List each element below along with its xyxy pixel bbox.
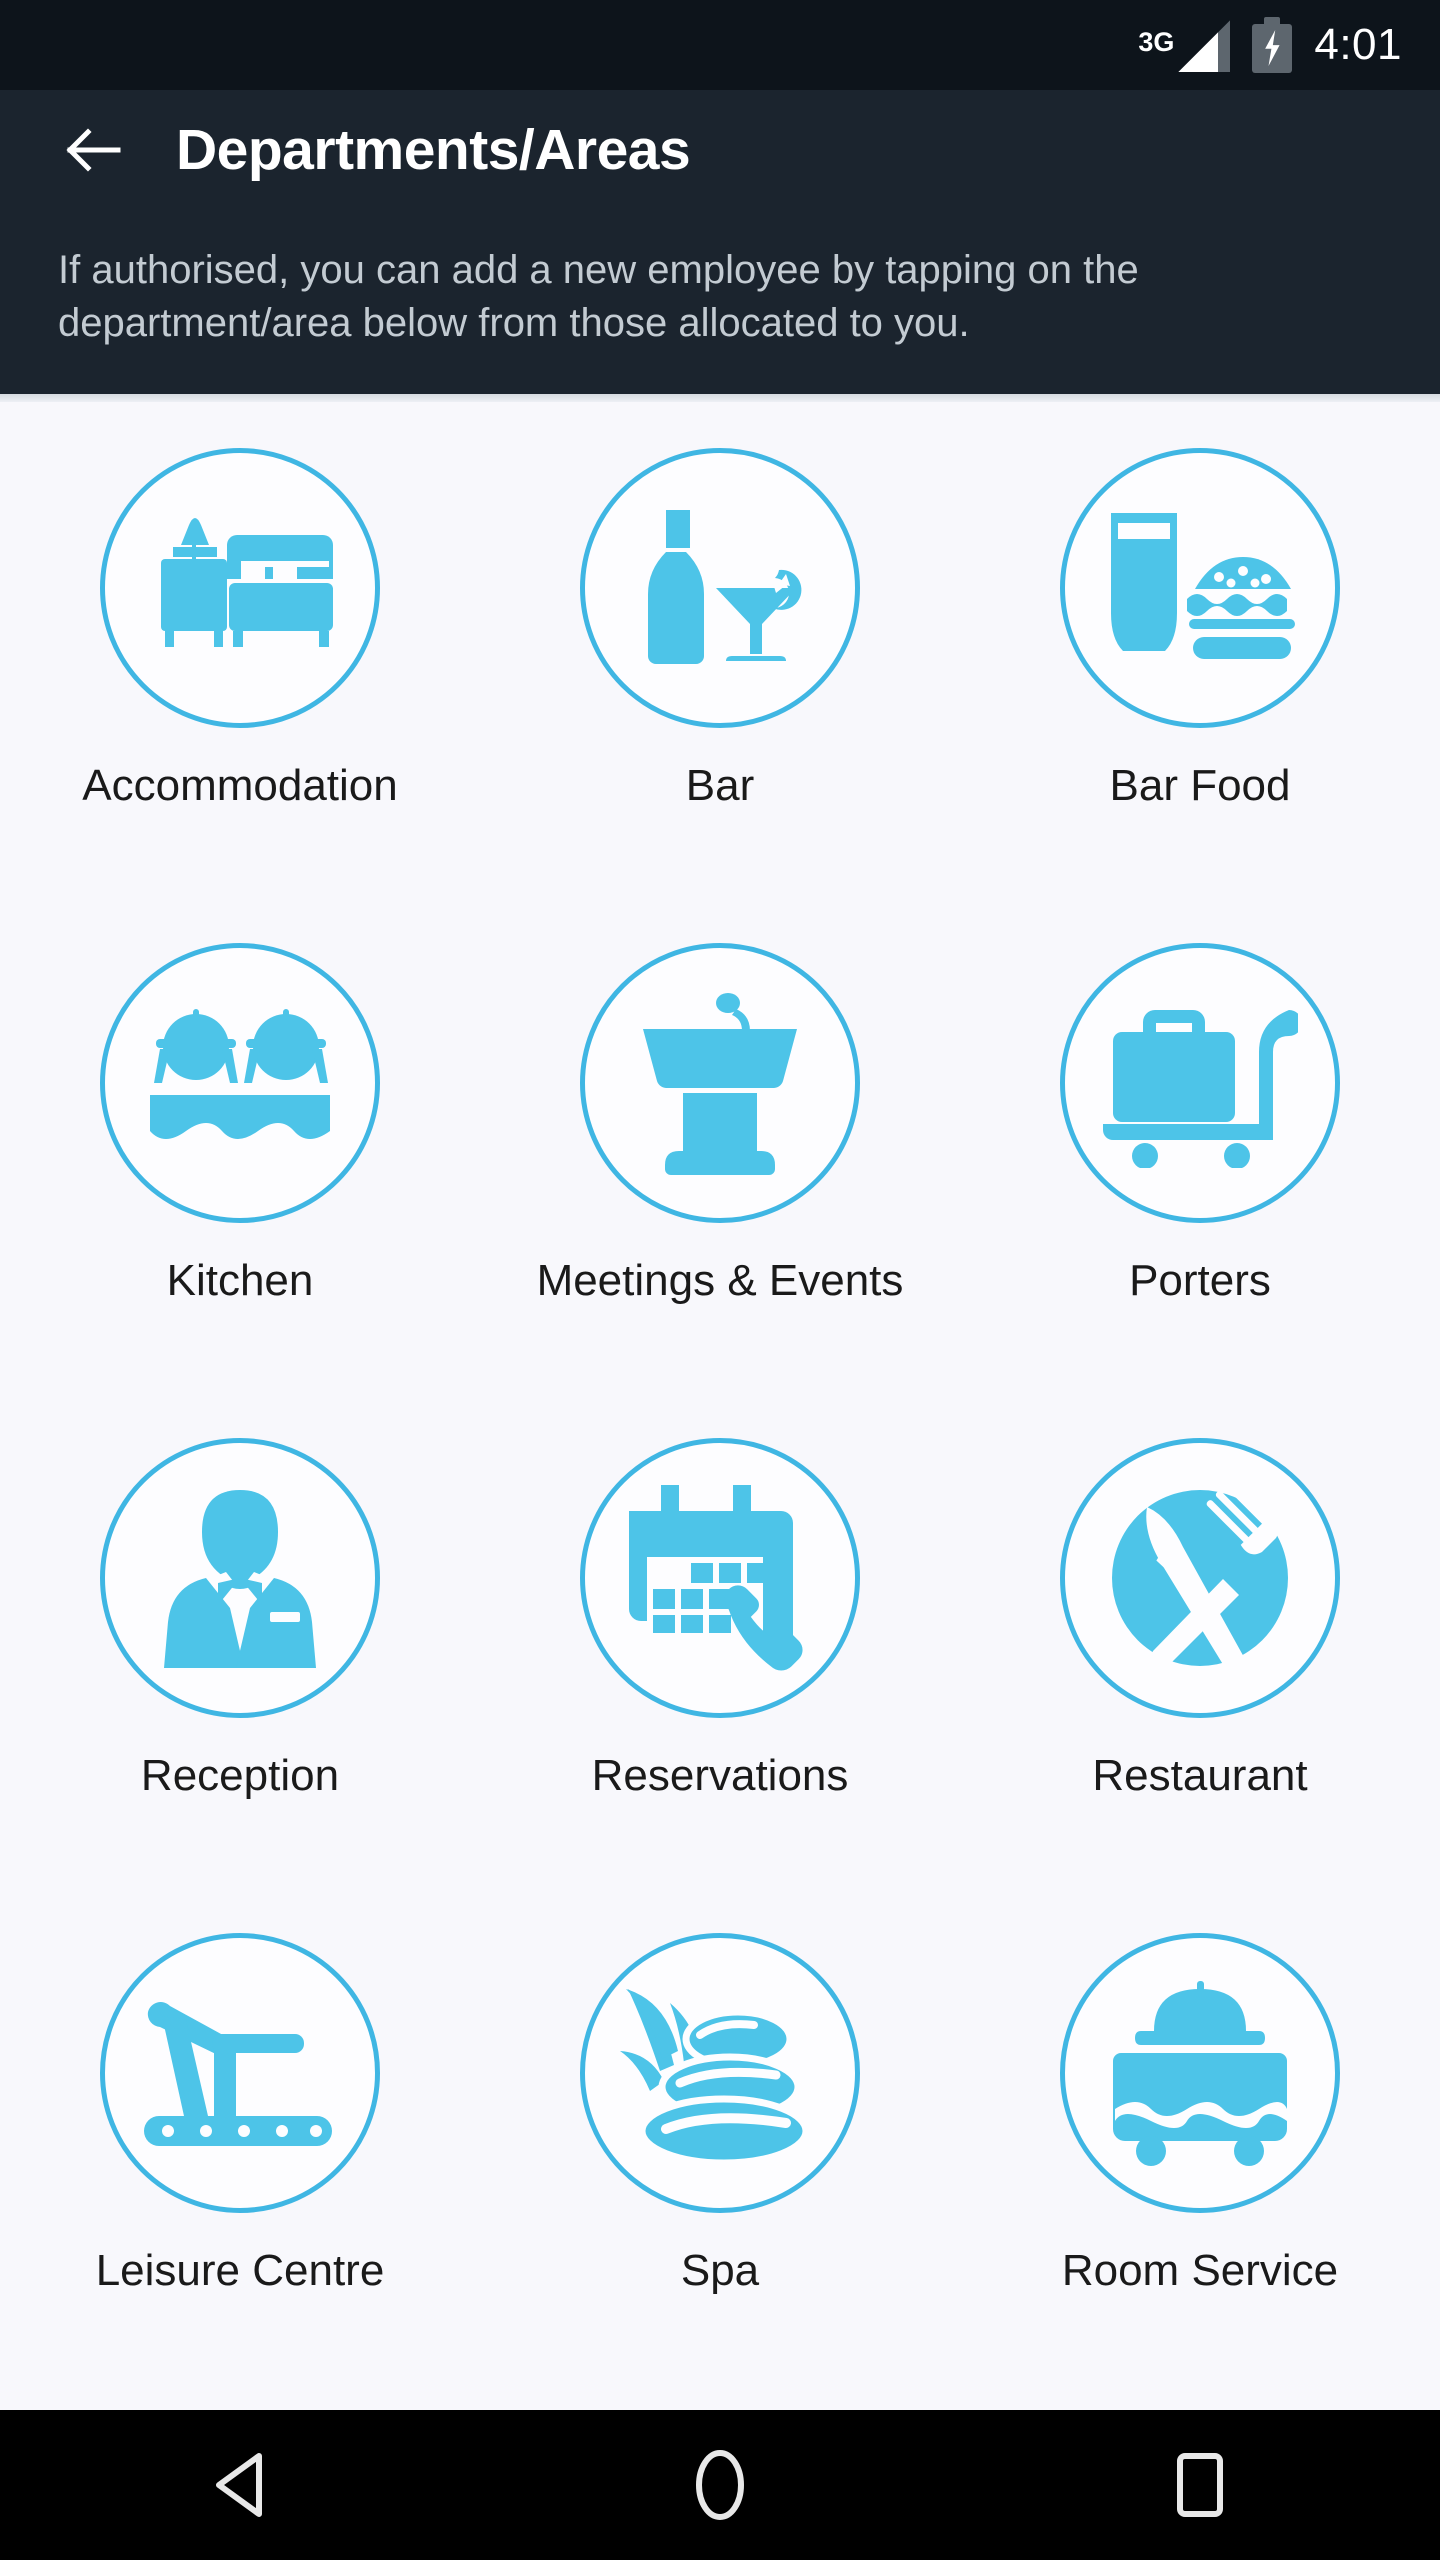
podium-microphone-icon: [580, 943, 860, 1224]
header-divider: [0, 394, 1440, 403]
signal-3g-icon: 3G: [1138, 18, 1231, 72]
department-item-leisure-centre[interactable]: Leisure Centre: [0, 1905, 480, 2400]
knife-fork-circle-icon: [1060, 1438, 1340, 1719]
cloches-table-icon: [100, 943, 380, 1224]
department-label: Reception: [140, 1751, 340, 1801]
beer-burger-icon: [1060, 448, 1340, 729]
department-label: Kitchen: [166, 1256, 314, 1306]
treadmill-icon: [100, 1933, 380, 2214]
android-navigation-bar: [0, 2410, 1440, 2560]
department-item-room-service[interactable]: Room Service: [960, 1905, 1440, 2400]
department-label: Meetings & Events: [536, 1256, 904, 1306]
department-item-bar[interactable]: Bar: [480, 420, 960, 915]
battery-charging-icon: [1252, 17, 1293, 73]
back-arrow-icon[interactable]: [62, 119, 124, 181]
nav-home-button[interactable]: [620, 2410, 820, 2560]
department-label: Bar: [685, 761, 755, 811]
department-label: Porters: [1129, 1256, 1271, 1306]
serving-trolley-icon: [1060, 1933, 1340, 2214]
department-label: Room Service: [1061, 2246, 1339, 2296]
app-bar: Departments/Areas If authorised, you can…: [0, 90, 1440, 395]
department-label: Restaurant: [1092, 1751, 1308, 1801]
concierge-person-icon: [100, 1438, 380, 1719]
signal-bars-icon: [1178, 20, 1231, 72]
page-title: Departments/Areas: [176, 118, 691, 182]
network-type-label: 3G: [1138, 27, 1175, 57]
nav-recents-button[interactable]: [1100, 2410, 1300, 2560]
department-label: Leisure Centre: [95, 2246, 385, 2296]
hot-stones-leaves-icon: [580, 1933, 860, 2214]
department-item-kitchen[interactable]: Kitchen: [0, 915, 480, 1410]
department-label: Accommodation: [82, 761, 398, 811]
department-item-bar-food[interactable]: Bar Food: [960, 420, 1440, 915]
departments-grid: Accommodation Bar Bar Food Kitchen Meeti…: [0, 420, 1440, 2400]
page-subtitle: If authorised, you can add a new employe…: [58, 248, 1139, 346]
department-item-meetings-events[interactable]: Meetings & Events: [480, 915, 960, 1410]
departments-grid-container: Accommodation Bar Bar Food Kitchen Meeti…: [0, 402, 1440, 2410]
department-label: Bar Food: [1109, 761, 1291, 811]
calendar-phone-icon: [580, 1438, 860, 1719]
department-label: Reservations: [591, 1751, 849, 1801]
department-label: Spa: [680, 2246, 760, 2296]
department-item-restaurant[interactable]: Restaurant: [960, 1410, 1440, 1905]
department-item-porters[interactable]: Porters: [960, 915, 1440, 1410]
bottle-cocktail-icon: [580, 448, 860, 729]
department-item-reservations[interactable]: Reservations: [480, 1410, 960, 1905]
status-bar-clock: 4:01: [1314, 20, 1402, 69]
department-item-spa[interactable]: Spa: [480, 1905, 960, 2400]
nav-back-button[interactable]: [140, 2410, 340, 2560]
department-item-accommodation[interactable]: Accommodation: [0, 420, 480, 915]
phone-screen: 3G 4:01 Departments/Areas If authorised,…: [0, 0, 1440, 2560]
status-bar: 3G 4:01: [0, 0, 1440, 90]
department-item-reception[interactable]: Reception: [0, 1410, 480, 1905]
luggage-cart-icon: [1060, 943, 1340, 1224]
bed-nightstand-icon: [100, 448, 380, 729]
